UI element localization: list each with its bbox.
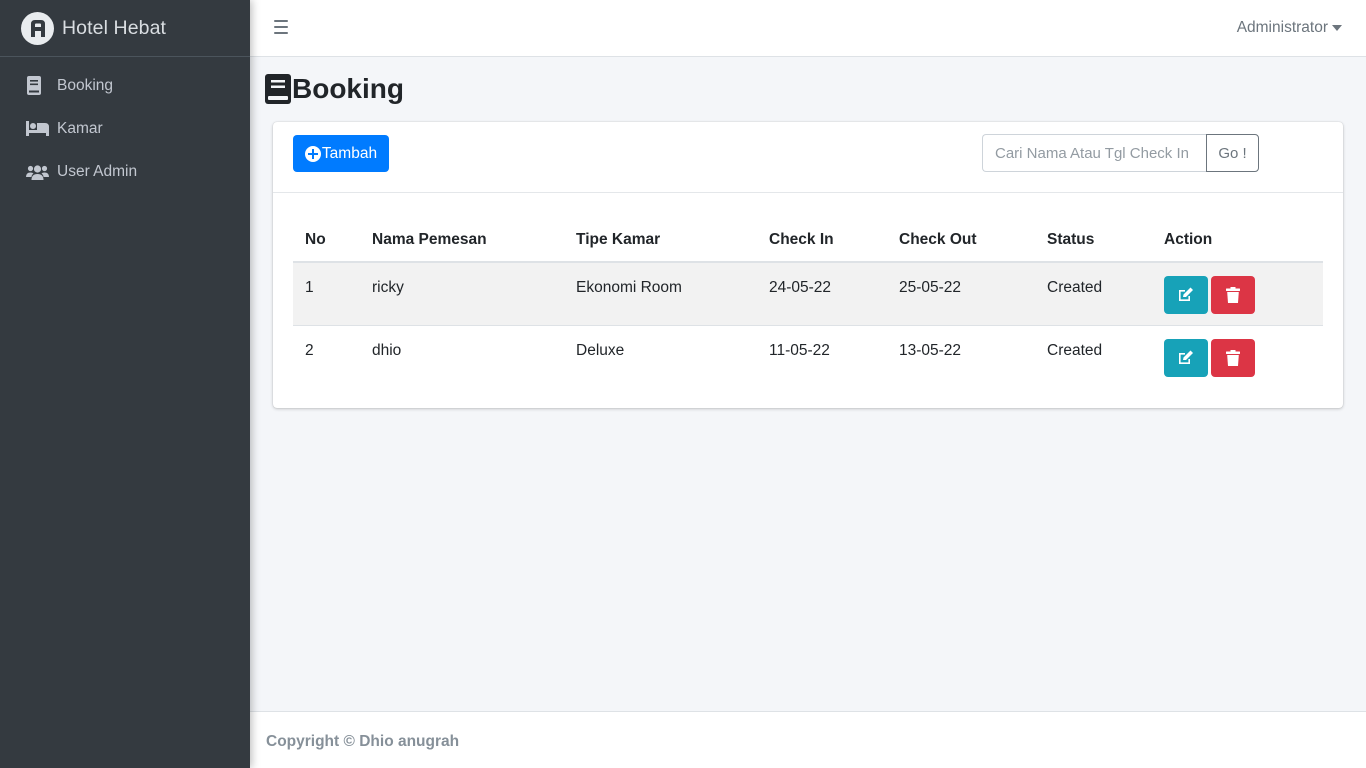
- sidebar-item-label: User Admin: [57, 162, 138, 180]
- brand-name: Hotel Hebat: [62, 16, 167, 39]
- column-header: Tipe Kamar: [564, 218, 757, 263]
- cell-no: 1: [293, 262, 360, 326]
- booking-table: No Nama Pemesan Tipe Kamar Check In Chec…: [293, 218, 1323, 388]
- sidebar-nav: Booking Kamar User Admin: [0, 57, 250, 193]
- trash-icon: [1226, 287, 1240, 303]
- brand-link[interactable]: Hotel Hebat: [0, 0, 250, 57]
- sidebar-item-label: Booking: [57, 76, 114, 94]
- table-header-row: No Nama Pemesan Tipe Kamar Check In Chec…: [293, 218, 1323, 263]
- delete-button[interactable]: [1211, 338, 1255, 377]
- column-header: Check Out: [887, 218, 1035, 263]
- top-navbar: Administrator: [250, 0, 1366, 57]
- page-title-text: Booking: [292, 73, 404, 104]
- column-header: Action: [1152, 218, 1323, 263]
- cell-nama: dhio: [372, 341, 402, 359]
- trash-icon: [1226, 349, 1240, 366]
- user-dropdown[interactable]: Administrator: [1237, 19, 1342, 37]
- cell-status: Created: [1047, 341, 1103, 359]
- users-icon: [26, 162, 50, 182]
- cell-check-out: 13-05-22: [899, 341, 962, 359]
- cell-no: 2: [305, 341, 314, 359]
- cell-tipe: Deluxe: [576, 341, 625, 359]
- book-icon: [26, 76, 50, 96]
- footer: Copyright © Dhio anugrah: [250, 711, 1366, 768]
- card-header: Tambah Go !: [273, 122, 1343, 193]
- column-header: Check In: [757, 218, 887, 263]
- cell-action: [1152, 262, 1323, 326]
- add-booking-button[interactable]: Tambah: [293, 135, 389, 172]
- cell-nama: ricky: [360, 262, 564, 326]
- edit-icon: [1179, 350, 1193, 364]
- brand-logo-icon: [21, 11, 54, 45]
- sidebar-item-user-admin[interactable]: User Admin: [0, 150, 250, 193]
- cell-action: [1152, 325, 1323, 388]
- add-button-label: Tambah: [321, 144, 378, 162]
- cell-check-out: 25-05-22: [887, 262, 1035, 326]
- column-header: Status: [1035, 218, 1152, 263]
- table-row: 1 ricky Ekonomi Room 24-05-22 25-05-22 C…: [293, 262, 1323, 326]
- column-header: No: [293, 218, 360, 263]
- plus-circle-icon: [304, 145, 321, 162]
- book-icon: [265, 74, 291, 104]
- booking-card: Tambah Go ! No Nama Pemesan Tipe Kamar C…: [273, 122, 1343, 408]
- user-name: Administrator: [1236, 19, 1328, 36]
- sidebar-item-label: Kamar: [57, 119, 103, 137]
- sidebar-item-kamar[interactable]: Kamar: [0, 107, 250, 150]
- column-header: Nama Pemesan: [360, 218, 564, 263]
- edit-button[interactable]: [1164, 338, 1208, 377]
- caret-down-icon: [1332, 25, 1342, 31]
- table-row: 2 dhio Deluxe 11-05-22 13-05-22 Created: [293, 325, 1323, 388]
- cell-tipe: Ekonomi Room: [564, 262, 757, 326]
- sidebar: Hotel Hebat Booking Kamar User Admin: [0, 0, 250, 768]
- cell-check-in: 11-05-22: [769, 341, 830, 359]
- edit-icon: [1179, 287, 1193, 301]
- edit-button[interactable]: [1164, 276, 1208, 314]
- page-title: Booking: [265, 72, 404, 106]
- search-go-button[interactable]: Go !: [1206, 134, 1259, 172]
- bed-icon: [26, 119, 50, 139]
- search-group: Go !: [982, 134, 1259, 172]
- hamburger-menu-icon[interactable]: [274, 20, 288, 36]
- search-input[interactable]: [982, 134, 1206, 172]
- cell-check-in: 24-05-22: [757, 262, 887, 326]
- cell-status: Created: [1035, 262, 1152, 326]
- delete-button[interactable]: [1211, 276, 1255, 314]
- footer-copyright: Copyright © Dhio anugrah: [266, 733, 460, 750]
- sidebar-item-booking[interactable]: Booking: [0, 64, 250, 107]
